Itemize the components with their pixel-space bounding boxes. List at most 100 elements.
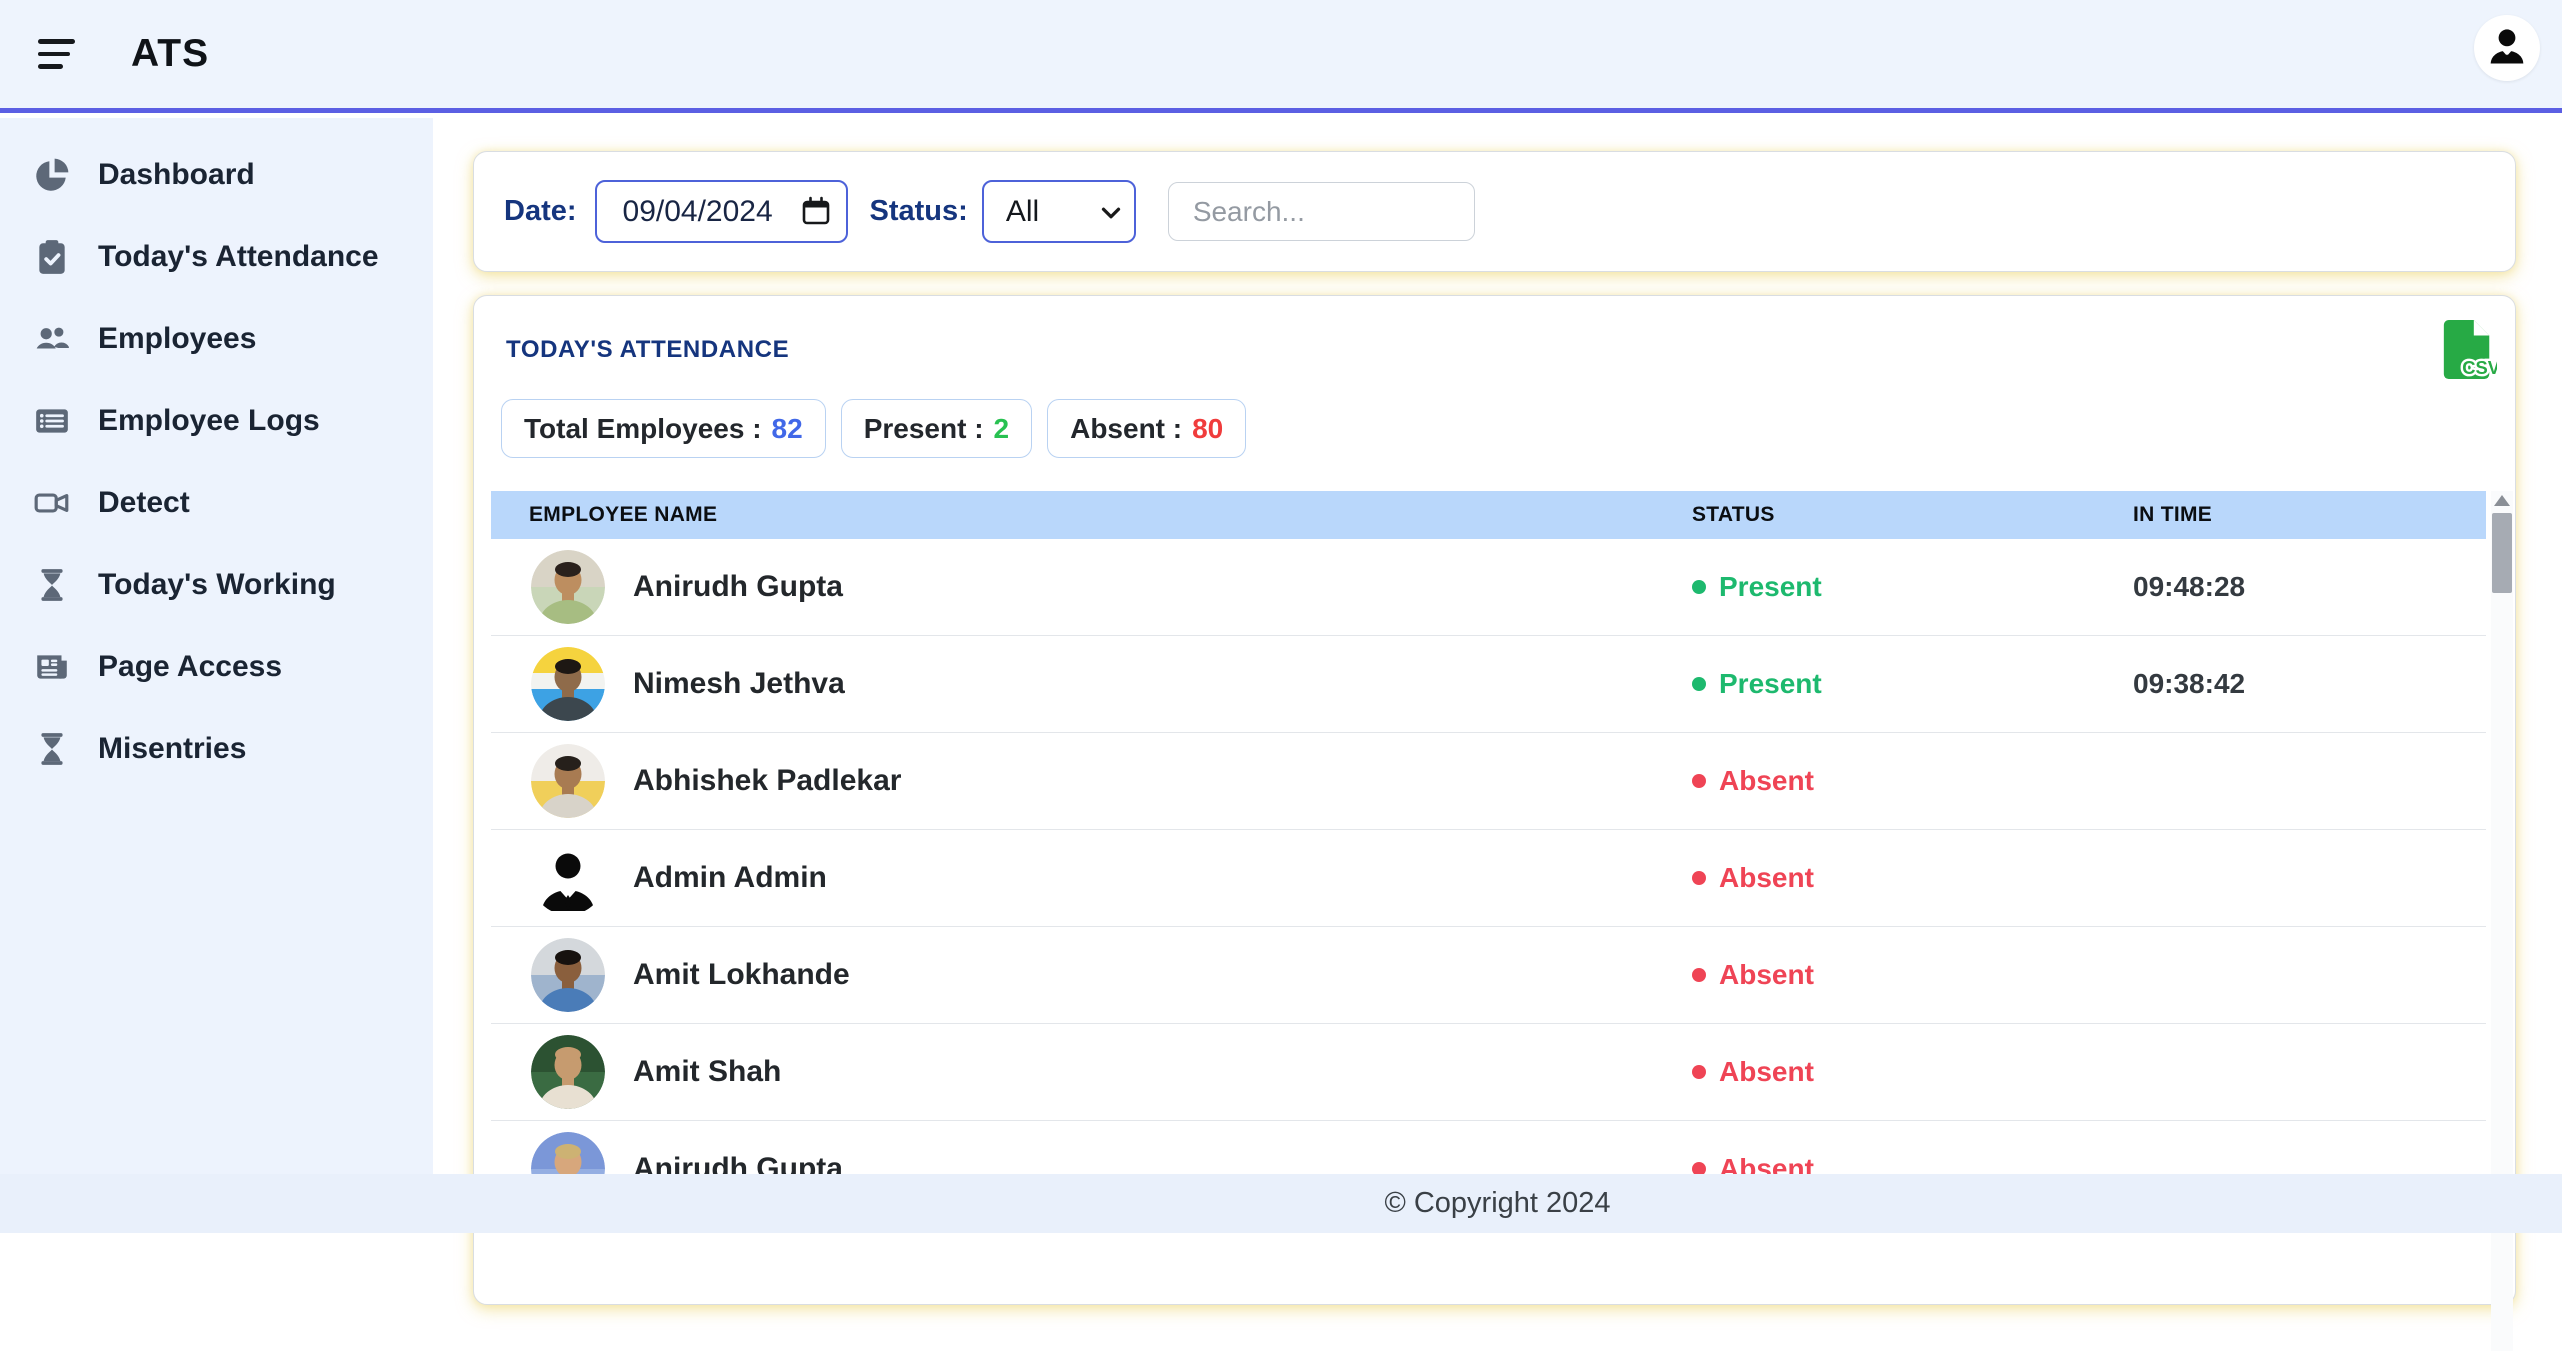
footer: © Copyright 2024 <box>0 1174 2562 1233</box>
summary-badges: Total Employees : 82 Present : 2 Absent … <box>501 399 1246 458</box>
column-header-employee-name: EMPLOYEE NAME <box>491 503 1686 527</box>
scroll-up-arrow[interactable] <box>2494 495 2510 506</box>
employee-name: Amit Shah <box>633 1055 781 1089</box>
table-row[interactable]: Amit Shah Absent <box>491 1024 2486 1121</box>
attendance-card: TODAY'S ATTENDANCE CSV Total Employees :… <box>473 295 2516 1305</box>
newspaper-icon <box>33 648 71 686</box>
table-row[interactable]: Admin Admin Absent <box>491 830 2486 927</box>
employee-name: Amit Lokhande <box>633 958 850 992</box>
video-camera-icon <box>33 484 71 522</box>
user-avatar-button[interactable] <box>2474 15 2540 81</box>
sidebar-item-today-s-working[interactable]: Today's Working <box>0 544 433 626</box>
total-employees-value: 82 <box>772 413 803 445</box>
employee-avatar <box>531 938 605 1012</box>
employee-name: Anirudh Gupta <box>633 570 843 604</box>
search-input[interactable] <box>1168 182 1475 241</box>
main-content: Date: Status: All TODAY'S <box>433 118 2562 1233</box>
status-label: Status: <box>870 195 968 228</box>
sidebar-item-label: Page Access <box>98 650 282 684</box>
status-dot-icon <box>1692 871 1706 885</box>
present-label: Present : <box>864 413 984 445</box>
employee-name-cell: Anirudh Gupta <box>491 550 1686 624</box>
status-select-wrap: All <box>982 180 1136 243</box>
copyright-text: © Copyright 2024 <box>1384 1187 1610 1220</box>
sidebar-item-detect[interactable]: Detect <box>0 462 433 544</box>
attendance-title: TODAY'S ATTENDANCE <box>506 336 789 364</box>
status-dot-icon <box>1692 580 1706 594</box>
list-icon <box>33 402 71 440</box>
sidebar-item-misentries[interactable]: Misentries <box>0 708 433 790</box>
table-row[interactable]: Amit Lokhande Absent <box>491 927 2486 1024</box>
hourglass-icon <box>33 730 71 768</box>
total-employees-label: Total Employees : <box>524 413 762 445</box>
sidebar-item-label: Misentries <box>98 732 246 766</box>
status-dot-icon <box>1692 1065 1706 1079</box>
absent-label: Absent : <box>1070 413 1182 445</box>
sidebar-nav: Dashboard Today's Attendance Employees E… <box>0 118 433 1233</box>
employee-name-cell: Nimesh Jethva <box>491 647 1686 721</box>
sidebar-item-label: Dashboard <box>98 158 255 192</box>
sidebar-item-dashboard[interactable]: Dashboard <box>0 134 433 216</box>
total-employees-badge: Total Employees : 82 <box>501 399 826 458</box>
date-field-wrap <box>595 180 848 243</box>
date-input[interactable] <box>595 180 848 243</box>
people-icon <box>33 320 71 358</box>
status-dot-icon <box>1692 774 1706 788</box>
sidebar-item-today-s-attendance[interactable]: Today's Attendance <box>0 216 433 298</box>
date-label: Date: <box>504 195 577 228</box>
employee-name: Nimesh Jethva <box>633 667 845 701</box>
csv-export-button[interactable]: CSV <box>2439 318 2497 382</box>
status-dot-icon <box>1692 677 1706 691</box>
status-select[interactable]: All <box>982 180 1136 243</box>
present-badge: Present : 2 <box>841 399 1032 458</box>
pie-chart-icon <box>33 156 71 194</box>
column-header-status: STATUS <box>1686 503 2127 527</box>
sidebar-item-label: Today's Working <box>98 568 336 602</box>
sidebar-item-label: Employees <box>98 322 256 356</box>
status-label: Absent <box>1719 1056 1814 1088</box>
status-label: Present <box>1719 571 1822 603</box>
scrollbar-thumb[interactable] <box>2492 513 2512 593</box>
clipboard-check-icon <box>33 238 71 276</box>
employee-in-time: 09:48:28 <box>2127 571 2486 603</box>
status-dot-icon <box>1692 968 1706 982</box>
status-label: Absent <box>1719 959 1814 991</box>
status-label: Absent <box>1719 862 1814 894</box>
top-bar: ATS <box>0 0 2562 113</box>
employee-status-cell: Absent <box>1686 1056 2127 1088</box>
employee-avatar <box>531 550 605 624</box>
csv-file-icon: CSV <box>2439 369 2497 386</box>
table-row[interactable]: Nimesh Jethva Present 09:38:42 <box>491 636 2486 733</box>
employee-status-cell: Absent <box>1686 959 2127 991</box>
filter-bar: Date: Status: All <box>473 151 2516 272</box>
sidebar-item-page-access[interactable]: Page Access <box>0 626 433 708</box>
column-header-in-time: IN TIME <box>2127 503 2486 527</box>
employee-avatar <box>531 841 605 915</box>
table-row[interactable]: Abhishek Padlekar Absent <box>491 733 2486 830</box>
table-header-row: EMPLOYEE NAME STATUS IN TIME <box>491 491 2486 539</box>
app-title: ATS <box>131 32 209 76</box>
sidebar-item-employee-logs[interactable]: Employee Logs <box>0 380 433 462</box>
employee-status-cell: Absent <box>1686 862 2127 894</box>
employee-avatar <box>531 1035 605 1109</box>
status-label: Present <box>1719 668 1822 700</box>
employee-status-cell: Present <box>1686 668 2127 700</box>
attendance-table: EMPLOYEE NAME STATUS IN TIME Anirudh Gup… <box>491 491 2486 1218</box>
menu-toggle-button[interactable] <box>38 39 75 69</box>
status-label: Absent <box>1719 765 1814 797</box>
employee-name-cell: Admin Admin <box>491 841 1686 915</box>
sidebar-item-employees[interactable]: Employees <box>0 298 433 380</box>
user-icon <box>2486 25 2528 72</box>
employee-avatar <box>531 744 605 818</box>
employee-status-cell: Present <box>1686 571 2127 603</box>
employee-status-cell: Absent <box>1686 765 2127 797</box>
table-row[interactable]: Anirudh Gupta Present 09:48:28 <box>491 539 2486 636</box>
employee-name: Admin Admin <box>633 861 827 895</box>
employee-avatar <box>531 647 605 721</box>
svg-text:CSV: CSV <box>2462 357 2497 378</box>
table-body: Anirudh Gupta Present 09:48:28 Nimesh Je… <box>491 539 2486 1218</box>
employee-name-cell: Amit Shah <box>491 1035 1686 1109</box>
hourglass-icon <box>33 566 71 604</box>
employee-name-cell: Amit Lokhande <box>491 938 1686 1012</box>
sidebar-item-label: Employee Logs <box>98 404 320 438</box>
